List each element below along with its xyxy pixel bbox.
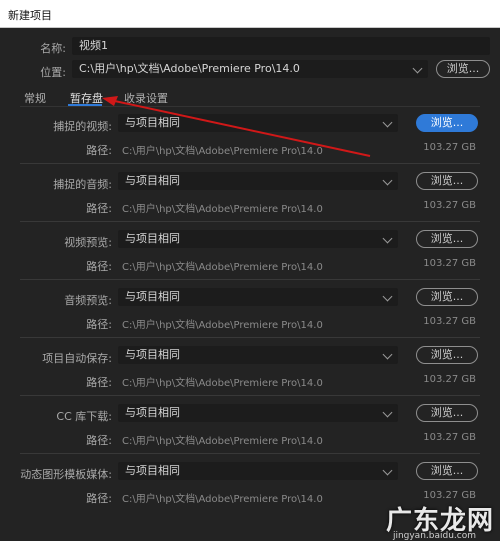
annotation-arrow-head <box>102 96 118 106</box>
watermark-url: jingyan.baidu.com <box>392 531 476 541</box>
annotation-arrow-shaft <box>109 99 371 157</box>
annotation-arrow <box>102 96 371 157</box>
